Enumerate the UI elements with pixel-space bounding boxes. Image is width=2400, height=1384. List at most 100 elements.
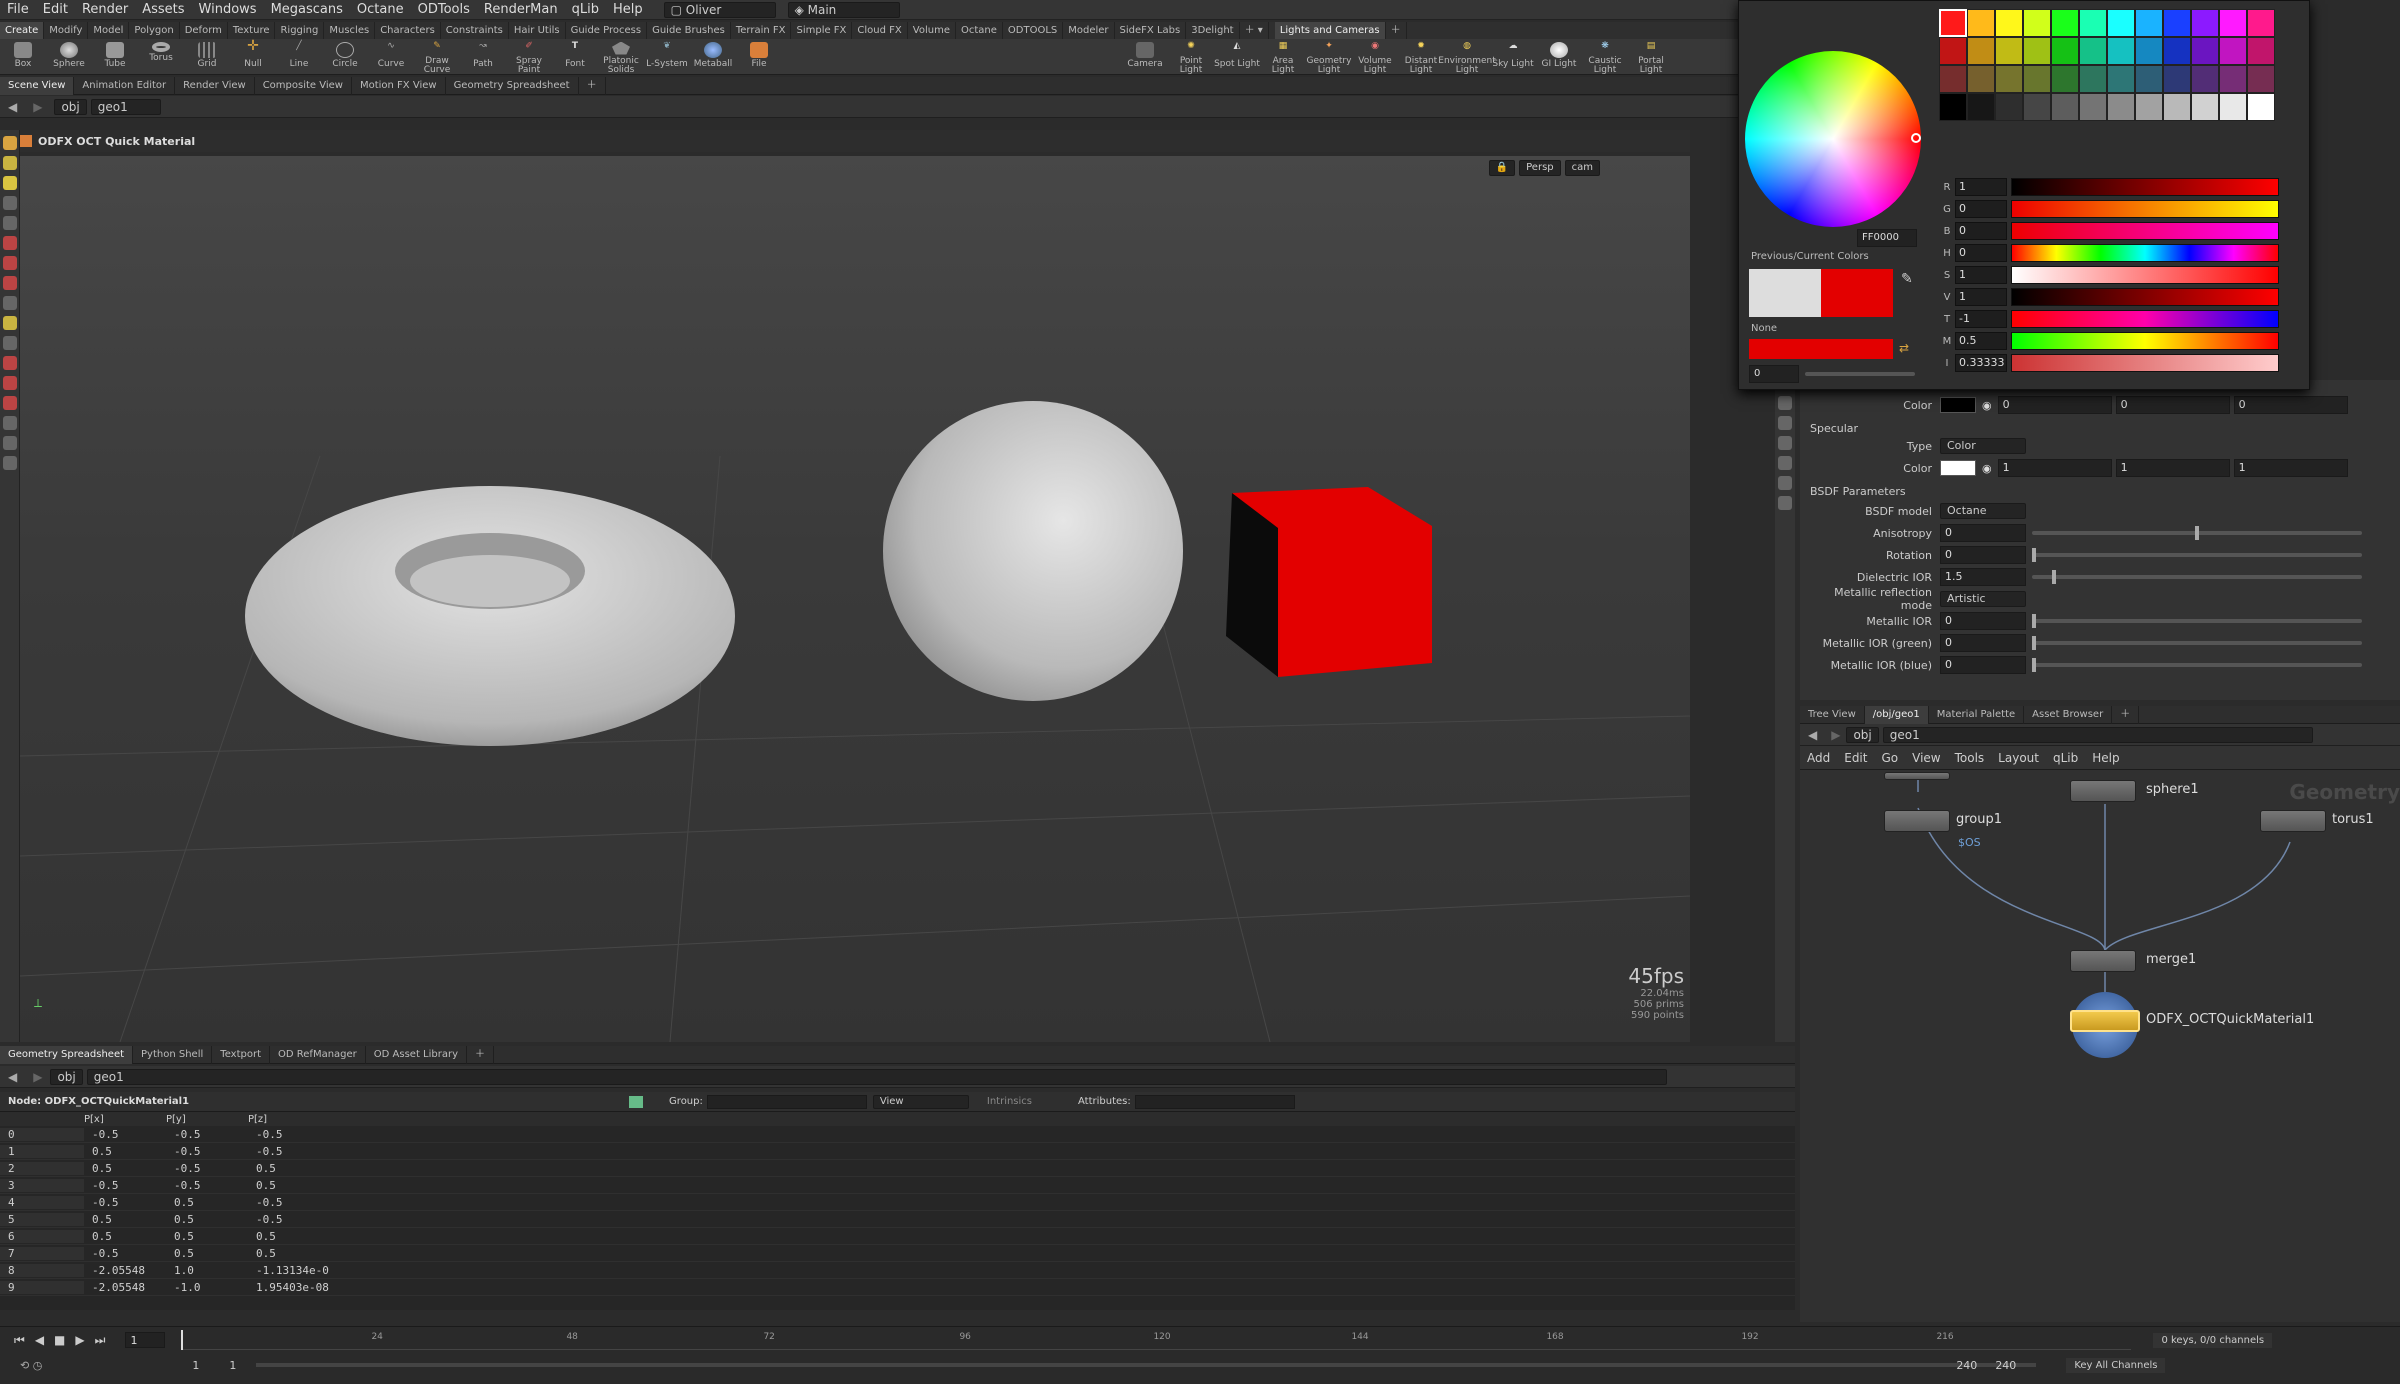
channel-value[interactable]: -1 xyxy=(1955,310,2007,328)
palette-swatch[interactable] xyxy=(2023,65,2051,93)
menu-file[interactable]: File xyxy=(0,0,36,20)
shelf-tab[interactable]: Model xyxy=(88,22,130,39)
tool-spot-light[interactable]: ◭ Spot Light xyxy=(1214,39,1260,75)
param-slider-handle[interactable] xyxy=(2032,548,2036,562)
palette-swatch[interactable] xyxy=(1995,37,2023,65)
palette-swatch[interactable] xyxy=(2023,93,2051,121)
palette-swatch[interactable] xyxy=(2135,37,2163,65)
menu-help[interactable]: Help xyxy=(606,0,650,20)
table-row[interactable]: 9 -2.05548 -1.0 1.95403e-08 xyxy=(0,1279,1795,1296)
channel-slider[interactable] xyxy=(2011,310,2279,328)
param-field[interactable]: 0 xyxy=(1940,612,2026,630)
tab-python-shell[interactable]: Python Shell xyxy=(133,1045,213,1064)
table-row[interactable]: 5 0.5 0.5 -0.5 xyxy=(0,1211,1795,1228)
jump-end-icon[interactable]: ⏭ xyxy=(95,1333,106,1348)
tool-camera[interactable]: Camera xyxy=(1122,39,1168,75)
menu-help[interactable]: Help xyxy=(2085,751,2126,765)
specular-g[interactable]: 1 xyxy=(2115,459,2230,477)
palette-swatch[interactable] xyxy=(2051,93,2079,121)
col-pz[interactable]: P[z] xyxy=(248,1114,330,1125)
menu-tools[interactable]: Tools xyxy=(1948,751,1992,765)
shelf-tab[interactable]: Guide Process xyxy=(566,22,648,39)
shelf-tab[interactable]: Volume xyxy=(908,22,956,39)
palette-swatch[interactable] xyxy=(1939,37,1967,65)
forward-arrow-icon[interactable]: ▶ xyxy=(25,1070,50,1084)
palette-swatch[interactable] xyxy=(2051,37,2079,65)
move-tool-icon[interactable] xyxy=(3,156,17,170)
color-wheel[interactable] xyxy=(1745,51,1921,227)
node-group1[interactable] xyxy=(1884,810,1950,832)
shelf-tab[interactable]: ODTOOLS xyxy=(1003,22,1064,39)
table-row[interactable]: 7 -0.5 0.5 0.5 xyxy=(0,1245,1795,1262)
tool-circle[interactable]: Circle xyxy=(322,39,368,75)
tool-torus[interactable]: Torus xyxy=(138,39,184,75)
channel-slider[interactable] xyxy=(2011,222,2279,240)
param-field[interactable]: 0 xyxy=(1940,546,2026,564)
diffuse-b[interactable]: 0 xyxy=(2233,396,2348,414)
frame-field[interactable]: 1 xyxy=(125,1332,166,1348)
color-wheel-handle[interactable] xyxy=(1911,133,1921,143)
palette-swatch[interactable] xyxy=(2219,65,2247,93)
points-mode-icon[interactable] xyxy=(629,1095,644,1108)
channel-value[interactable]: 0.5 xyxy=(1955,332,2007,350)
col-py[interactable]: P[y] xyxy=(166,1114,248,1125)
channel-slider[interactable] xyxy=(2011,244,2279,262)
eyedropper-icon[interactable]: ✎ xyxy=(1901,271,1913,287)
palette-swatch[interactable] xyxy=(2219,37,2247,65)
path-obj[interactable]: obj xyxy=(50,1068,83,1085)
display-icon[interactable] xyxy=(1778,396,1792,410)
menu-edit[interactable]: Edit xyxy=(1837,751,1874,765)
menu-go[interactable]: Go xyxy=(1874,751,1905,765)
desktop-select[interactable]: ▢ Oliver xyxy=(663,1,776,18)
palette-swatch[interactable] xyxy=(1939,93,1967,121)
tab-asset-browser[interactable]: Asset Browser xyxy=(2024,705,2113,724)
scene-viewport[interactable]: 🔒 Persp cam 45fps 22.04ms 506 prims 590 … xyxy=(20,156,1690,1042)
tab-od-refmanager[interactable]: OD RefManager xyxy=(270,1045,366,1064)
palette-swatch[interactable] xyxy=(2191,93,2219,121)
back-arrow-icon[interactable]: ◀ xyxy=(0,1070,25,1084)
param-slider-handle[interactable] xyxy=(2195,526,2199,540)
tool-lsystem[interactable]: ❦ L-System xyxy=(644,39,690,75)
menu-render[interactable]: Render xyxy=(75,0,135,20)
tab-geometry-spreadsheet[interactable]: Geometry Spreadsheet xyxy=(0,1045,134,1064)
context-select[interactable]: ◈ Main xyxy=(787,1,900,18)
tab-textport[interactable]: Textport xyxy=(212,1045,271,1064)
hex-field[interactable]: FF0000 xyxy=(1857,229,1917,247)
palette-swatch[interactable] xyxy=(2079,37,2107,65)
channel-slider[interactable] xyxy=(2011,354,2279,372)
palette-swatch[interactable] xyxy=(2023,9,2051,37)
param-slider-handle[interactable] xyxy=(2032,614,2036,628)
palette-swatch[interactable] xyxy=(2135,9,2163,37)
normals-icon[interactable] xyxy=(1778,476,1792,490)
menu-octane[interactable]: Octane xyxy=(350,0,411,20)
tool-curve[interactable]: ∿ Curve xyxy=(368,39,414,75)
palette-swatch[interactable] xyxy=(2107,9,2135,37)
node-torus1[interactable] xyxy=(2260,810,2326,832)
tool-null[interactable]: ✛ Null xyxy=(230,39,276,75)
shelf-tab-lights[interactable]: Lights and Cameras xyxy=(1274,22,1386,39)
param-field[interactable]: 0 xyxy=(1940,656,2026,674)
tool-font[interactable]: T Font xyxy=(552,39,598,75)
color-wheel-icon[interactable]: ◉ xyxy=(1982,399,1992,412)
palette-swatch[interactable] xyxy=(1967,9,1995,37)
param-slider[interactable] xyxy=(2032,658,2362,672)
palette-swatch[interactable] xyxy=(2135,93,2163,121)
tab-render-view[interactable]: Render View xyxy=(175,76,255,95)
lock-icon[interactable] xyxy=(3,216,17,230)
tab-tree-view[interactable]: Tree View xyxy=(1800,705,1865,724)
jump-start-icon[interactable]: ⏮ xyxy=(14,1333,25,1348)
menu-layout[interactable]: Layout xyxy=(1991,751,2046,765)
shelf-tab[interactable]: SideFX Labs xyxy=(1115,22,1187,39)
tool-grid[interactable]: Grid xyxy=(184,39,230,75)
select-tool-icon[interactable] xyxy=(3,136,17,150)
tool-point-light[interactable]: ✺ Point Light xyxy=(1168,39,1214,75)
timeline-ruler[interactable]: 24 48 72 96 120 144 168 192 216 xyxy=(181,1330,2132,1350)
channel-slider[interactable] xyxy=(2011,178,2279,196)
param-slider[interactable] xyxy=(2032,614,2362,628)
diffuse-color-swatch[interactable] xyxy=(1940,397,1976,413)
sphere-object[interactable] xyxy=(883,401,1183,701)
param-field[interactable]: 1.5 xyxy=(1940,568,2026,586)
persp-menu[interactable]: Persp xyxy=(1519,160,1561,176)
channel-value[interactable]: 1 xyxy=(1955,288,2007,306)
rotate-tool-icon[interactable] xyxy=(3,176,17,190)
